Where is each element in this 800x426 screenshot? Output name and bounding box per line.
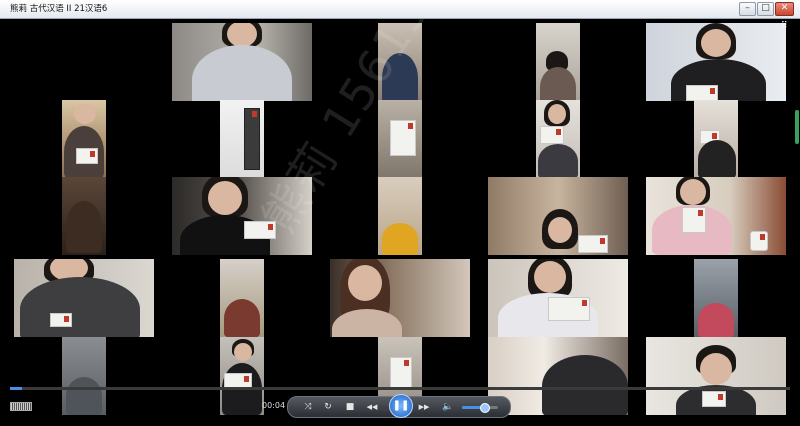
video-tile [220,100,264,178]
fullscreen-icon[interactable]: ⤢ [771,400,784,412]
video-tile [646,23,786,101]
player-window: 熊莉 古代汉语 II 21汉语6 – □ ✕ ⠿ 00:04 ⤨ ↻ ■ ◀◀ … [0,0,800,426]
control-panel: ⤨ ↻ ■ ◀◀ ❚❚ ▶▶ 🔈 [287,394,511,418]
video-tile [172,177,312,255]
video-tile [488,177,628,255]
video-tile [646,177,786,255]
maximize-button[interactable]: □ [757,2,774,16]
close-button[interactable]: ✕ [775,2,794,16]
video-tile [62,100,106,178]
video-tile [536,23,580,101]
video-tile [488,259,628,337]
video-tile [172,23,312,101]
forward-button[interactable]: ▶▶ [416,400,432,414]
pause-button[interactable]: ❚❚ [389,394,413,418]
video-tile [62,177,106,255]
video-tile [694,100,738,178]
minimize-button[interactable]: – [739,2,756,16]
video-tile [378,23,422,101]
stop-button[interactable]: ■ [342,400,358,414]
volume-icon[interactable]: 🔈 [440,400,456,414]
volume-slider-knob[interactable] [479,403,490,413]
video-tile [330,259,470,337]
video-tile [536,100,580,178]
layout-grid-icon[interactable]: ⠿ [781,21,788,31]
grip-handle[interactable] [10,402,32,411]
elapsed-time: 00:04 [262,401,286,410]
video-tile [378,177,422,255]
video-stage: 熊莉 15613240464 [6,19,794,419]
scrollbar-thumb[interactable] [795,110,799,144]
video-tile [694,259,738,337]
volume-slider[interactable] [462,403,498,413]
video-tile [378,100,422,178]
video-tile [14,259,154,337]
title-bar: 熊莉 古代汉语 II 21汉语6 – □ ✕ [0,0,800,19]
window-title: 熊莉 古代汉语 II 21汉语6 [10,4,108,14]
seek-bar[interactable] [10,387,790,390]
rewind-button[interactable]: ◀◀ [364,400,380,414]
window-controls: – □ ✕ [739,2,794,16]
seek-bar-fill [10,387,22,390]
repeat-icon[interactable]: ↻ [320,400,336,414]
shuffle-icon[interactable]: ⤨ [300,400,316,414]
video-tile [220,259,264,337]
player-controls: 00:04 ⤨ ↻ ■ ◀◀ ❚❚ ▶▶ 🔈 ⤢ [0,392,800,418]
